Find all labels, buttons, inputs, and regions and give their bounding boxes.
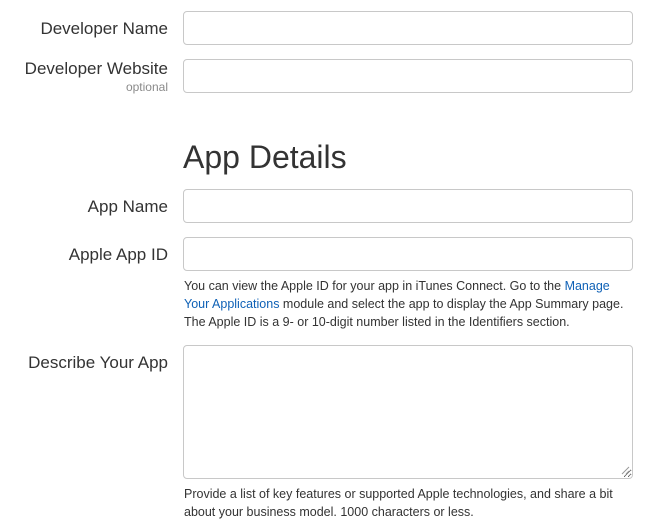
describe-app-help: Provide a list of key features or suppor…: [184, 487, 613, 519]
apple-app-id-help-prefix: You can view the Apple ID for your app i…: [184, 279, 565, 293]
app-name-input[interactable]: [183, 189, 633, 223]
describe-app-textarea[interactable]: [183, 345, 633, 479]
apple-app-id-help: You can view the Apple ID for your app i…: [184, 277, 634, 331]
developer-name-input[interactable]: [183, 11, 633, 45]
app-details-heading: App Details: [183, 139, 347, 175]
apple-app-id-input[interactable]: [183, 237, 633, 271]
optional-hint: optional: [125, 80, 168, 94]
describe-app-label: Describe Your App: [28, 353, 168, 372]
developer-website-label: Developer Website: [24, 59, 168, 78]
resize-grip-icon[interactable]: [620, 465, 630, 475]
developer-website-input[interactable]: [183, 59, 633, 93]
developer-name-label: Developer Name: [40, 19, 168, 38]
apple-app-id-label: Apple App ID: [68, 245, 168, 264]
app-name-label: App Name: [87, 197, 168, 216]
